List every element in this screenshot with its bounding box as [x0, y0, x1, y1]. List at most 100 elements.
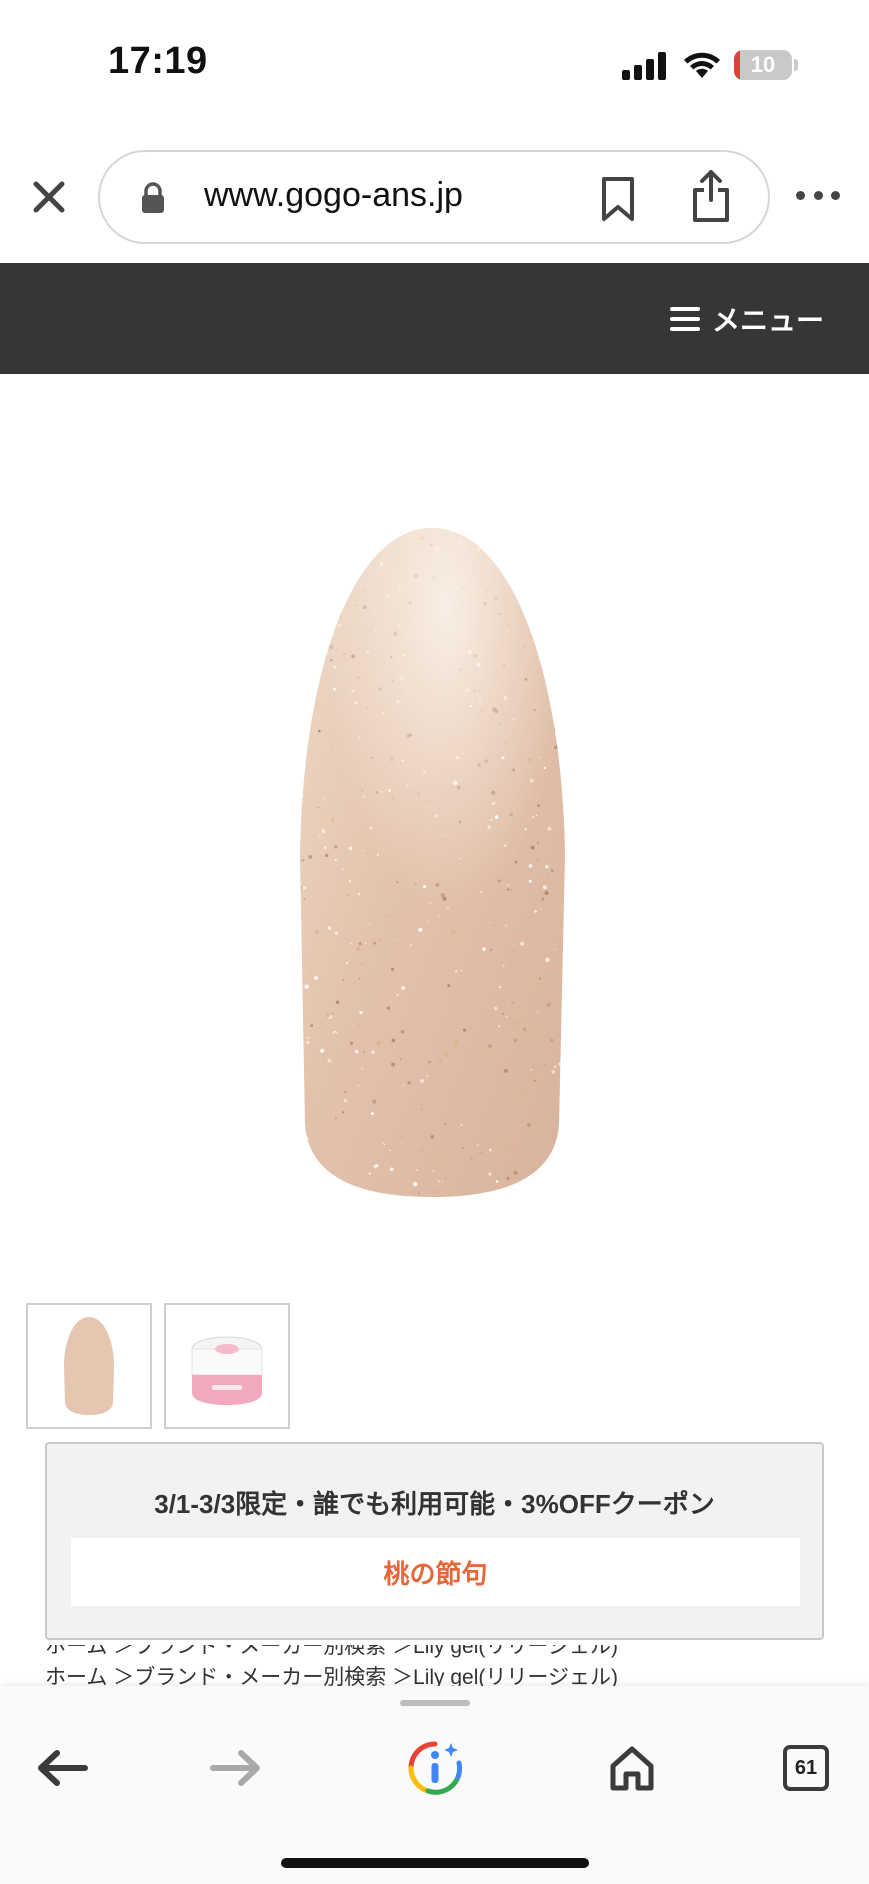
glitter-speck	[559, 1148, 564, 1153]
lock-icon	[142, 182, 164, 213]
glitter-speck	[563, 547, 565, 552]
nail-swatch-thumbnail-image	[64, 1317, 114, 1415]
thumbnail-gel-jar[interactable]	[164, 1303, 290, 1429]
back-button[interactable]	[30, 1736, 94, 1800]
glitter-speck	[309, 696, 312, 700]
signal-icon	[622, 52, 668, 80]
glitter-speck	[303, 653, 308, 658]
menu-label: メニュー	[711, 304, 824, 336]
glitter-speck	[316, 570, 319, 573]
home-icon	[610, 1746, 654, 1791]
thumbnail-nail-swatch[interactable]	[26, 1303, 152, 1429]
bookmark-icon[interactable]	[598, 176, 638, 222]
wifi-icon	[684, 52, 720, 78]
hamburger-icon	[669, 306, 700, 331]
glitter-speck	[460, 1196, 464, 1197]
glitter-speck	[545, 602, 549, 606]
glitter-speck	[564, 1026, 565, 1031]
glitter-speck	[564, 805, 565, 810]
glitter-speck	[337, 587, 341, 591]
glitter-speck	[312, 1191, 314, 1193]
glitter-speck	[518, 598, 521, 601]
glitter-speck	[295, 766, 298, 769]
glitter-speck	[325, 640, 330, 645]
forward-arrow-icon	[210, 1750, 260, 1786]
forward-button[interactable]	[204, 1736, 268, 1800]
home-button[interactable]	[600, 1736, 664, 1800]
glitter-speck	[322, 1178, 326, 1182]
glitter-speck	[563, 528, 565, 530]
back-arrow-icon	[38, 1750, 88, 1786]
glitter-speck	[563, 944, 565, 947]
glitter-speck	[566, 1083, 569, 1086]
glitter-speck	[320, 614, 322, 616]
glitter-speck	[501, 1188, 504, 1192]
close-button[interactable]	[24, 172, 74, 222]
glitter-speck	[317, 619, 321, 622]
tabs-button[interactable]: 61	[774, 1736, 838, 1800]
glitter-speck	[568, 672, 570, 675]
glitter-speck	[564, 703, 565, 705]
glitter-speck	[300, 1028, 301, 1031]
glitter-speck	[301, 707, 305, 710]
glitter-speck	[559, 528, 562, 532]
url-text: www.gogo-ans.jp	[204, 176, 463, 214]
glitter-speck	[434, 1197, 436, 1199]
glitter-speck	[547, 637, 550, 640]
status-bar: 17:19 10	[0, 0, 869, 120]
glitter-speck	[510, 1193, 513, 1195]
glitter-speck	[301, 673, 306, 678]
glitter-speck	[372, 525, 375, 526]
product-main-image[interactable]	[295, 525, 570, 1200]
glitter-speck	[567, 969, 569, 971]
address-bar[interactable]: www.gogo-ans.jp	[98, 150, 770, 244]
coupon-title: 3/1-3/3限定・誰でも利用可能・3%OFFクーポン	[154, 1489, 715, 1519]
glitter-speck	[329, 603, 334, 608]
glitter-speck	[341, 556, 346, 561]
glitter-speck	[524, 543, 527, 546]
glitter-speck	[322, 534, 325, 537]
menu-button[interactable]: メニュー	[669, 263, 824, 374]
browser-toolbar: 61	[0, 1686, 869, 1884]
close-icon	[33, 181, 65, 213]
glitter-speck	[474, 529, 476, 531]
coupon-code-button[interactable]: 桃の節句	[71, 1538, 800, 1606]
home-indicator	[281, 1858, 589, 1868]
google-lens-button[interactable]	[403, 1736, 467, 1800]
glitter-speck	[339, 525, 342, 527]
glitter-speck	[534, 637, 536, 639]
glitter-speck	[511, 533, 515, 538]
toolbar-grabber[interactable]	[400, 1700, 470, 1706]
glitter-speck	[546, 1170, 551, 1174]
glitter-speck	[565, 831, 569, 835]
glitter-speck	[295, 848, 297, 850]
glitter-speck	[543, 616, 547, 620]
glitter-speck	[552, 625, 555, 628]
tabs-icon: 61	[783, 1745, 829, 1791]
google-lens-icon	[408, 1741, 463, 1795]
glitter-speck	[315, 562, 320, 567]
more-icon[interactable]	[796, 188, 840, 202]
glitter-speck	[327, 533, 332, 538]
gel-jar-thumbnail-image	[191, 1336, 263, 1405]
glitter-speck	[565, 1001, 568, 1004]
glitter-speck	[295, 737, 297, 739]
share-icon[interactable]	[690, 168, 732, 224]
glitter-speck	[343, 558, 348, 563]
glitter-speck	[323, 607, 326, 611]
glitter-speck	[313, 673, 316, 676]
glitter-speck	[322, 611, 327, 616]
glitter-speck	[569, 534, 570, 535]
battery-tip	[794, 59, 798, 71]
glitter-speck	[516, 561, 520, 566]
glitter-speck	[334, 1180, 336, 1183]
glitter-speck	[488, 533, 491, 536]
glitter-speck	[524, 579, 526, 581]
glitter-speck	[301, 543, 306, 548]
coupon-banner: 3/1-3/3限定・誰でも利用可能・3%OFFクーポン 桃の節句	[45, 1442, 824, 1640]
glitter-speck	[356, 528, 361, 532]
glitter-speck	[318, 555, 322, 559]
glitter-speck	[303, 546, 308, 552]
glitter-speck	[549, 545, 554, 550]
site-header: メニュー	[0, 263, 869, 374]
